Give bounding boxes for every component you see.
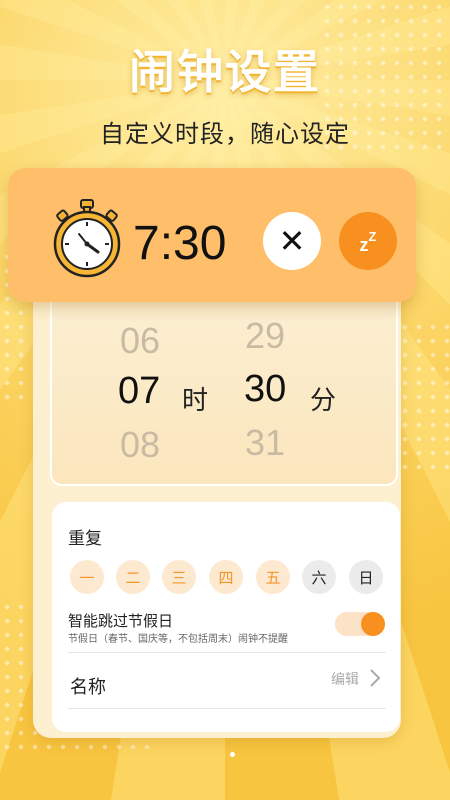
alarm-time: 7:30 xyxy=(133,217,227,270)
holiday-skip-toggle[interactable] xyxy=(335,612,385,636)
divider xyxy=(68,708,386,709)
chevron-right-icon[interactable] xyxy=(365,667,385,689)
snooze-icon: zZ xyxy=(359,228,377,255)
day-chip-mon[interactable]: 一 xyxy=(70,560,104,594)
day-chip-tue[interactable]: 二 xyxy=(116,560,150,594)
day-chip-sat[interactable]: 六 xyxy=(302,560,336,594)
minute-option-next[interactable]: 31 xyxy=(245,422,285,464)
name-label: 名称 xyxy=(70,677,106,698)
day-chip-sun[interactable]: 日 xyxy=(349,560,383,594)
holiday-skip-description: 节假日（春节、国庆等，不包括周末）闹钟不提醒 xyxy=(68,634,288,645)
divider xyxy=(68,652,386,653)
minute-option-prev[interactable]: 29 xyxy=(245,315,285,357)
close-button[interactable]: ✕ xyxy=(263,212,321,270)
day-chip-wed[interactable]: 三 xyxy=(162,560,196,594)
minute-unit-label: 分 xyxy=(310,385,337,415)
day-chip-thu[interactable]: 四 xyxy=(209,560,243,594)
time-picker[interactable] xyxy=(50,290,398,486)
hour-option-next[interactable]: 08 xyxy=(120,424,160,466)
toggle-knob xyxy=(361,612,385,636)
holiday-skip-label: 智能跳过节假日 xyxy=(68,612,174,630)
page-subtitle: 自定义时段，随心设定 xyxy=(100,120,350,148)
edit-name-button[interactable]: 编辑 xyxy=(331,669,359,689)
snooze-button[interactable]: zZ xyxy=(339,212,397,270)
stopwatch-icon xyxy=(50,198,124,278)
hour-option-selected[interactable]: 07 xyxy=(118,370,160,413)
repeat-label: 重复 xyxy=(68,529,102,549)
day-chip-fri[interactable]: 五 xyxy=(256,560,290,594)
page-indicator xyxy=(230,752,235,757)
page-title: 闹钟设置 xyxy=(129,45,321,99)
hour-option-prev[interactable]: 06 xyxy=(120,320,160,362)
hour-unit-label: 时 xyxy=(182,385,209,415)
minute-option-selected[interactable]: 30 xyxy=(244,368,286,411)
close-icon: ✕ xyxy=(278,222,306,260)
